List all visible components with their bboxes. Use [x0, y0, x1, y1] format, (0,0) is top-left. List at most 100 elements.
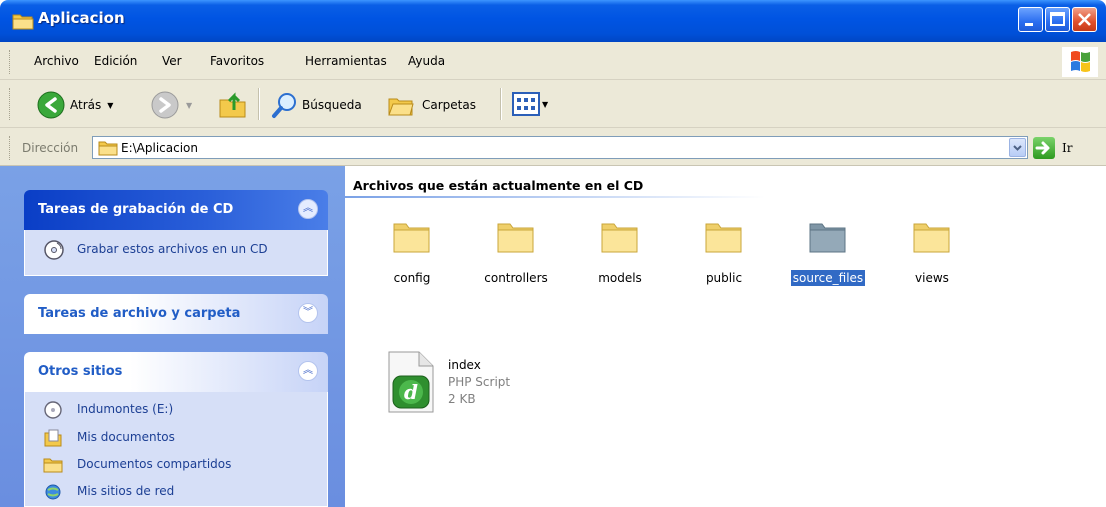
file-type: PHP Script: [448, 375, 511, 389]
shared-documents-link[interactable]: Documentos compartidos: [77, 457, 231, 471]
php-file-icon: d: [388, 351, 434, 413]
menu-ver[interactable]: Ver: [162, 54, 182, 68]
group-header: Archivos que están actualmente en el CD: [353, 178, 644, 193]
back-dropdown-icon[interactable]: ▼: [107, 101, 113, 110]
my-documents-icon: [43, 428, 63, 451]
toolbar-grip[interactable]: [9, 136, 12, 160]
folder-label-selected: source_files: [790, 270, 866, 286]
task-pane: Tareas de grabación de CD ︽ Grabar estos…: [0, 166, 345, 507]
folder-item-config[interactable]: config: [362, 216, 462, 286]
search-icon: [272, 93, 296, 118]
search-button[interactable]: Búsqueda: [270, 90, 362, 120]
other-places-title: Otros sitios: [38, 364, 123, 379]
toolbar-grip[interactable]: [9, 50, 12, 74]
collapse-chevron-icon[interactable]: ︽: [298, 199, 318, 219]
back-label: Atrás: [70, 98, 102, 112]
toolbar-grip[interactable]: [9, 88, 12, 120]
folder-icon: [913, 223, 950, 253]
other-place-drive-link[interactable]: Indumontes (E:): [77, 402, 173, 416]
other-places-panel: Otros sitios ︽ Indumontes (E:) Mis docum…: [24, 352, 328, 507]
up-folder-button[interactable]: [218, 88, 248, 120]
maximize-button[interactable]: [1045, 7, 1070, 32]
folder-label: public: [705, 271, 743, 285]
go-button[interactable]: [1033, 137, 1055, 159]
file-list-view[interactable]: Archivos que están actualmente en el CD …: [345, 166, 1106, 507]
group-divider: [345, 196, 765, 198]
folder-item-controllers[interactable]: controllers: [466, 216, 566, 286]
views-dropdown-icon[interactable]: ▼: [542, 100, 548, 109]
toolbar-separator: [258, 88, 260, 120]
collapse-chevron-icon[interactable]: ︽: [298, 361, 318, 381]
other-places-body: Indumontes (E:) Mis documentos Documento…: [24, 392, 328, 507]
forward-arrow-icon: [151, 91, 179, 119]
my-documents-link[interactable]: Mis documentos: [77, 430, 175, 444]
address-bar: Dirección E:\Aplicacion Ir: [0, 128, 1106, 166]
burn-files-link[interactable]: Grabar estos archivos en un CD: [77, 242, 268, 256]
folder-label: controllers: [484, 271, 548, 285]
file-tasks-header[interactable]: Tareas de archivo y carpeta ︾: [24, 294, 328, 334]
back-arrow-icon: [37, 91, 65, 119]
cd-drive-icon: [43, 400, 63, 423]
title-bar[interactable]: Aplicacion: [0, 0, 1106, 42]
cd-tasks-title: Tareas de grabación de CD: [38, 202, 234, 217]
folder-icon: [601, 223, 638, 253]
cd-tasks-panel: Tareas de grabación de CD ︽ Grabar estos…: [24, 190, 328, 276]
menu-edicion[interactable]: Edición: [94, 54, 137, 68]
views-grid-icon: [512, 92, 540, 116]
forward-button[interactable]: ▼: [150, 90, 192, 120]
folders-icon: [388, 98, 414, 116]
menu-ayuda[interactable]: Ayuda: [408, 54, 445, 68]
folder-label: config: [393, 271, 431, 285]
folder-icon: [98, 140, 118, 159]
network-places-icon: [43, 482, 63, 505]
menu-archivo[interactable]: Archivo: [34, 54, 79, 68]
folders-label: Carpetas: [422, 98, 476, 112]
window-title: Aplicacion: [38, 9, 125, 27]
folder-icon: [393, 223, 430, 253]
file-size: 2 KB: [448, 392, 476, 406]
address-label: Dirección: [22, 141, 79, 155]
folder-label: views: [915, 271, 949, 285]
folder-icon: [705, 223, 742, 253]
minimize-button[interactable]: [1018, 7, 1043, 32]
standard-toolbar: Atrás ▼ ▼ Búsqueda Carpetas ▼: [0, 80, 1106, 128]
burn-cd-icon: [43, 239, 65, 264]
address-input[interactable]: E:\Aplicacion: [92, 136, 1028, 159]
shared-documents-icon: [43, 455, 63, 478]
address-dropdown-button[interactable]: [1009, 138, 1026, 157]
folder-item-models[interactable]: models: [570, 216, 670, 286]
folder-item-source-files[interactable]: source_files: [778, 216, 878, 286]
toolbar-separator: [500, 88, 502, 120]
folder-up-icon: [219, 92, 246, 118]
menu-favoritos[interactable]: Favoritos: [210, 54, 264, 68]
folder-icon: [497, 223, 534, 253]
close-button[interactable]: [1072, 7, 1097, 32]
go-arrow-icon: [1035, 141, 1050, 155]
file-tasks-panel: Tareas de archivo y carpeta ︾: [24, 294, 328, 334]
svg-text:d: d: [404, 380, 418, 404]
folder-item-views[interactable]: views: [882, 216, 982, 286]
forward-dropdown-icon[interactable]: ▼: [186, 101, 192, 110]
folders-button[interactable]: Carpetas: [386, 90, 476, 120]
file-name: index: [448, 358, 481, 372]
file-tasks-title: Tareas de archivo y carpeta: [38, 306, 241, 321]
go-label[interactable]: Ir: [1062, 141, 1072, 155]
back-button[interactable]: Atrás ▼: [36, 90, 113, 120]
file-item-index[interactable]: d index PHP Script 2 KB: [385, 350, 510, 417]
other-places-header[interactable]: Otros sitios ︽: [24, 352, 328, 392]
folder-label: models: [598, 271, 642, 285]
address-value: E:\Aplicacion: [121, 141, 198, 155]
cd-tasks-body: Grabar estos archivos en un CD: [24, 230, 328, 276]
network-places-link[interactable]: Mis sitios de red: [77, 484, 174, 498]
folder-item-public[interactable]: public: [674, 216, 774, 286]
chevron-down-icon: [1013, 145, 1022, 151]
cd-tasks-header[interactable]: Tareas de grabación de CD ︽: [24, 190, 328, 230]
menu-bar: Archivo Edición Ver Favoritos Herramient…: [0, 42, 1106, 80]
expand-chevron-icon[interactable]: ︾: [298, 303, 318, 323]
windows-logo-icon: [1062, 47, 1098, 77]
folder-icon: [12, 12, 34, 33]
folder-icon: [809, 223, 846, 253]
views-button[interactable]: ▼: [512, 92, 548, 116]
search-label: Búsqueda: [302, 98, 362, 112]
menu-herramientas[interactable]: Herramientas: [305, 54, 387, 68]
